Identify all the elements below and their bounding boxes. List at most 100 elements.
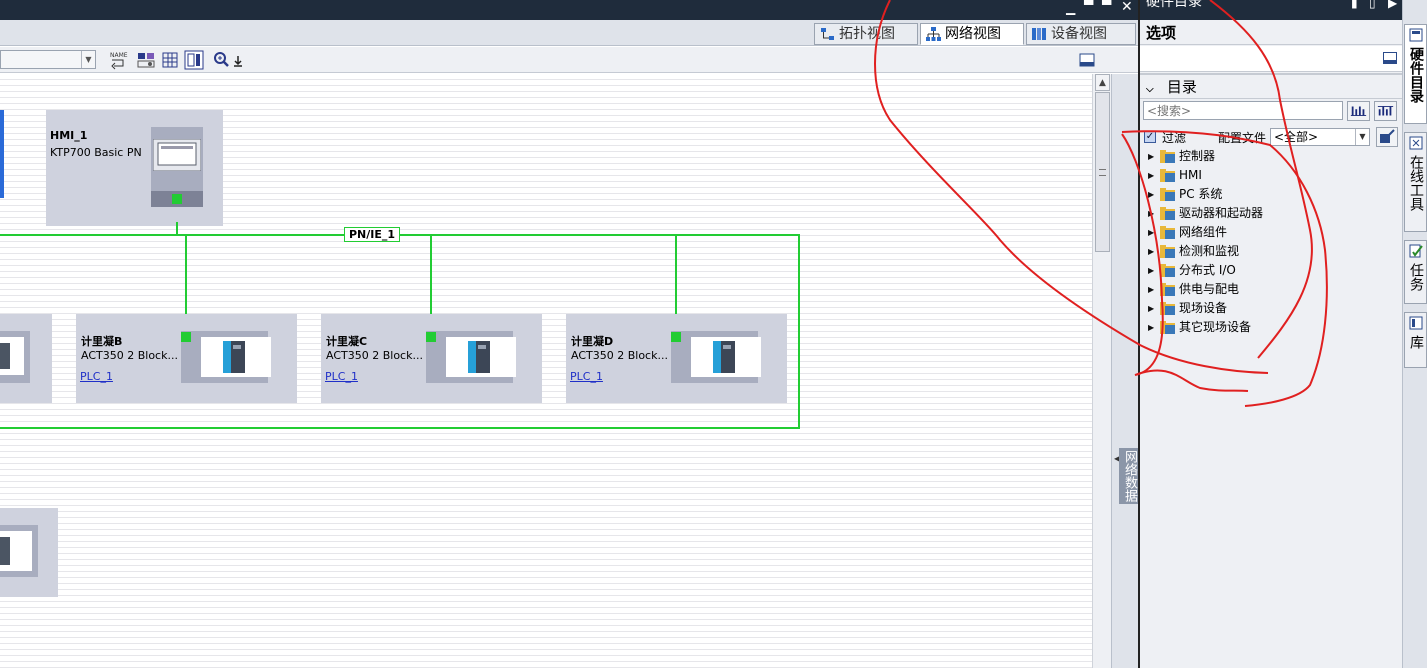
folder-icon bbox=[1160, 207, 1175, 220]
device-type: ACT350 2 Block... bbox=[81, 349, 178, 362]
expand-icon[interactable]: ▶ bbox=[1148, 204, 1154, 223]
folder-icon bbox=[1160, 188, 1175, 201]
maximize-icon[interactable]: ▀ bbox=[1102, 0, 1111, 12]
device-image-box bbox=[671, 331, 761, 383]
scroll-up-icon[interactable]: ▲ bbox=[1095, 74, 1110, 91]
tree-item-label: 其它现场设备 bbox=[1179, 320, 1252, 334]
folder-icon bbox=[1160, 302, 1175, 315]
collapse-icon[interactable]: ▶ bbox=[1388, 0, 1397, 10]
profile-select[interactable]: <全部> ▼ bbox=[1270, 128, 1370, 146]
task-tab-label: 任务 bbox=[1408, 263, 1424, 291]
tree-item-label: 检测和监视 bbox=[1179, 244, 1240, 258]
device-port[interactable] bbox=[671, 332, 681, 342]
pin-icon[interactable]: ▮ bbox=[1351, 0, 1358, 10]
tree-item-label: 现场设备 bbox=[1179, 301, 1228, 315]
panel-layout-icon[interactable] bbox=[1078, 50, 1096, 70]
device-port[interactable] bbox=[426, 332, 436, 342]
plc-partial-edge[interactable] bbox=[0, 110, 4, 198]
expand-icon[interactable]: ▶ bbox=[1148, 280, 1154, 299]
hmi-device[interactable]: HMI_1 KTP700 Basic PN bbox=[46, 110, 223, 226]
catalog-title-bar: 硬件目录 ▮ ▯ ▶ bbox=[1140, 0, 1402, 20]
show-names-icon[interactable]: NAME bbox=[108, 50, 128, 70]
expand-icon[interactable]: ▶ bbox=[1148, 185, 1154, 204]
restore-icon[interactable]: ▯ bbox=[1369, 0, 1376, 10]
task-tab-hardware-catalog[interactable]: 硬件目录 bbox=[1404, 24, 1427, 124]
partial-image-box bbox=[0, 331, 30, 383]
editor-title-bar: ▁ ▀ ▀ ✕ bbox=[0, 0, 1138, 20]
tree-item-label: PC 系统 bbox=[1179, 187, 1223, 201]
expand-icon[interactable]: ▶ bbox=[1148, 223, 1154, 242]
network-data-panel[interactable]: ◀ 网络数据 bbox=[1111, 74, 1140, 668]
chevron-down-icon: ▼ bbox=[81, 51, 95, 68]
scroll-thumb[interactable] bbox=[1095, 92, 1110, 252]
task-tab-libraries[interactable]: 库 bbox=[1404, 312, 1427, 368]
folder-icon bbox=[1160, 321, 1175, 334]
device-card-d[interactable]: 计里凝D ACT350 2 Block... PLC_1 bbox=[566, 314, 787, 403]
options-header[interactable]: 选项 bbox=[1140, 21, 1402, 45]
zoom-select[interactable]: ▼ bbox=[0, 50, 96, 69]
tab-topology-view[interactable]: 拓扑视图 bbox=[814, 23, 918, 45]
catalog-search-input[interactable] bbox=[1143, 101, 1343, 120]
filter-checkbox[interactable]: ✓ bbox=[1144, 131, 1156, 143]
expand-icon[interactable]: ▶ bbox=[1148, 242, 1154, 261]
device-name: 计里凝C bbox=[326, 335, 368, 348]
overview-icon[interactable] bbox=[136, 50, 156, 70]
view-tab-strip: 拓扑视图 网络视图 设备视图 bbox=[0, 20, 1138, 46]
subnet-label[interactable]: PN/IE_1 bbox=[344, 227, 401, 242]
module-icon bbox=[0, 537, 10, 565]
subnet-line-bottom bbox=[0, 427, 800, 429]
device-card-b[interactable]: 计里凝B ACT350 2 Block... PLC_1 bbox=[76, 314, 297, 403]
expand-icon[interactable]: ▶ bbox=[1148, 166, 1154, 185]
device-plc-link[interactable]: PLC_1 bbox=[80, 370, 113, 383]
search-down-icon[interactable] bbox=[1347, 101, 1370, 121]
profile-value: <全部> bbox=[1274, 130, 1319, 144]
filter-row: ✓ 过滤 配置文件 <全部> ▼ bbox=[1140, 126, 1402, 147]
download-arrow-icon[interactable] bbox=[232, 50, 244, 70]
act350-module-icon bbox=[468, 341, 490, 373]
hmi-port[interactable] bbox=[172, 194, 182, 204]
expand-icon[interactable]: ▶ bbox=[1148, 299, 1154, 318]
partial-device-left[interactable] bbox=[0, 314, 52, 403]
task-tab-label: 库 bbox=[1408, 335, 1424, 349]
folder-icon bbox=[1160, 150, 1175, 163]
minimize-icon[interactable]: ▁ bbox=[1066, 1, 1075, 15]
expand-icon[interactable]: ▶ bbox=[1148, 318, 1154, 337]
network-data-label[interactable]: 网络数据 bbox=[1119, 448, 1140, 504]
expand-icon[interactable]: ▶ bbox=[1148, 147, 1154, 166]
network-canvas[interactable]: HMI_1 KTP700 Basic PN PN/IE_1 计里凝B ACT35… bbox=[0, 74, 1092, 668]
close-icon[interactable]: ✕ bbox=[1121, 0, 1133, 15]
profile-edit-icon[interactable] bbox=[1376, 127, 1398, 147]
restore-icon[interactable]: ▀ bbox=[1084, 0, 1093, 12]
act350-module-icon bbox=[223, 341, 245, 373]
canvas-vertical-scrollbar[interactable]: ▲ bbox=[1092, 74, 1111, 668]
grid-icon[interactable] bbox=[160, 50, 180, 70]
options-area bbox=[1140, 46, 1402, 72]
partial-image bbox=[0, 337, 24, 375]
filter-label: 过滤 bbox=[1162, 131, 1187, 145]
act350-module-icon bbox=[713, 341, 735, 373]
tab-device-view[interactable]: 设备视图 bbox=[1026, 23, 1136, 45]
catalog-header[interactable]: ⌵ 目录 bbox=[1140, 75, 1402, 99]
hmi-panel-icon bbox=[153, 139, 201, 171]
tree-item-label: 网络组件 bbox=[1179, 225, 1228, 239]
tree-item-label: 供电与配电 bbox=[1179, 282, 1240, 296]
expand-icon[interactable]: ▶ bbox=[1148, 261, 1154, 280]
device-plc-link[interactable]: PLC_1 bbox=[570, 370, 603, 383]
zoom-icon[interactable] bbox=[212, 50, 232, 70]
partial-image bbox=[0, 531, 32, 571]
device-card-c[interactable]: 计里凝C ACT350 2 Block... PLC_1 bbox=[321, 314, 542, 403]
device-image bbox=[691, 337, 761, 377]
page-break-icon[interactable] bbox=[184, 50, 204, 70]
network-toolbar: ▼ NAME bbox=[0, 47, 1138, 73]
partial-device-lower[interactable] bbox=[0, 508, 58, 597]
device-name: 计里凝B bbox=[81, 335, 123, 348]
task-tab-label: 硬件目录 bbox=[1408, 47, 1424, 103]
tab-network-view[interactable]: 网络视图 bbox=[920, 23, 1024, 45]
task-tab-tasks[interactable]: 任务 bbox=[1404, 240, 1427, 304]
device-image-box bbox=[181, 331, 271, 383]
options-layout-icon[interactable] bbox=[1383, 52, 1397, 64]
search-up-icon[interactable] bbox=[1374, 101, 1397, 121]
device-plc-link[interactable]: PLC_1 bbox=[325, 370, 358, 383]
task-tab-online-tools[interactable]: 在线工具 bbox=[1404, 132, 1427, 232]
device-port[interactable] bbox=[181, 332, 191, 342]
